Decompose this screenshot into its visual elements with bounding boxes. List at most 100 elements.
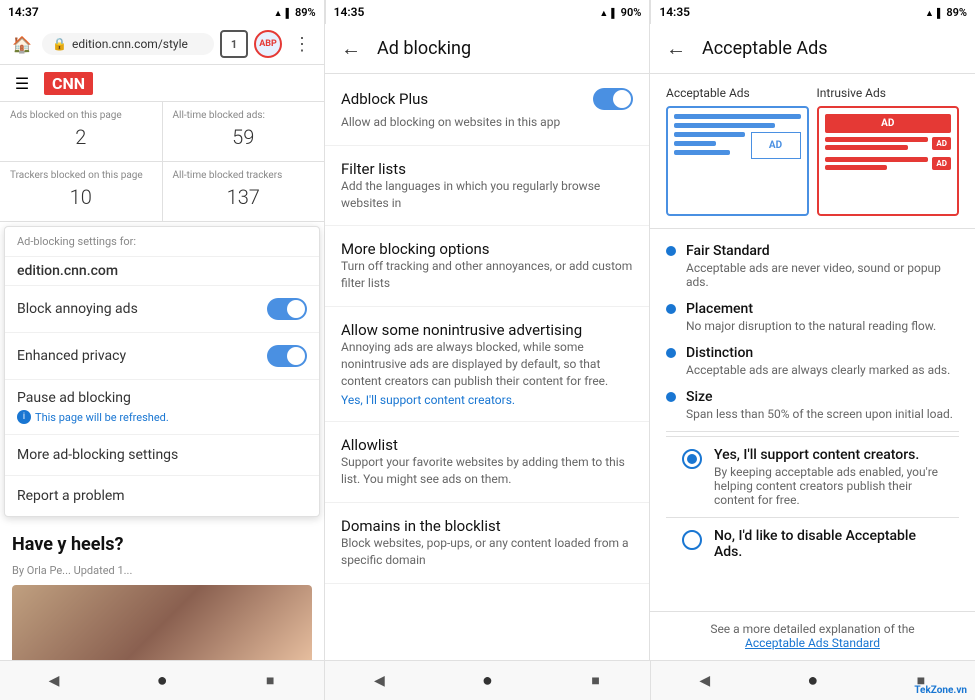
browser-content: Have y heels? By Orla Pe... Updated 1...… (0, 521, 324, 660)
menu-button[interactable]: ⋮ (288, 30, 316, 58)
wifi-icon-browser (274, 6, 283, 19)
adblock-plus-toggle[interactable] (593, 88, 633, 110)
adblock-panel-title: Ad blocking (377, 38, 471, 59)
adblock-panel-header: ← Ad blocking (325, 24, 649, 74)
allowlist-item[interactable]: Allowlist Support your favorite websites… (325, 422, 649, 503)
aa-size-desc: Span less than 50% of the screen upon in… (686, 407, 953, 421)
aa-option-yes[interactable]: Yes, I'll support content creators. By k… (666, 436, 959, 517)
cnn-header: ☰ CNN (0, 65, 324, 102)
acceptable-ads-visual-label: Acceptable Ads (666, 86, 809, 100)
allow-nonintrusive-item[interactable]: Allow some nonintrusive advertising Anno… (325, 307, 649, 422)
aa-yes-desc: By keeping acceptable ads enabled, you'r… (714, 465, 943, 507)
filter-lists-item[interactable]: Filter lists Add the languages in which … (325, 146, 649, 227)
allowlist-desc: Support your favorite websites by adding… (341, 454, 633, 488)
intrusive-small-ad-1: AD (932, 137, 951, 150)
aa-line-5 (674, 150, 730, 155)
more-blocking-item[interactable]: More blocking options Turn off tracking … (325, 226, 649, 307)
report-problem[interactable]: Report a problem (5, 476, 319, 516)
acceptable-ads-visual: Acceptable Ads AD (650, 74, 975, 229)
aa-no-title: No, I'd like to disable Acceptable Ads. (714, 528, 943, 560)
tab-switcher-button[interactable]: 1 (220, 30, 248, 58)
aa-footer-link[interactable]: Acceptable Ads Standard (745, 636, 880, 650)
aa-option-no[interactable]: No, I'd like to disable Acceptable Ads. (666, 517, 959, 570)
nav-recents-button-browser[interactable] (254, 665, 286, 697)
intrusive-line-4 (825, 165, 887, 170)
battery-browser: 89% (295, 6, 316, 19)
more-adblocking-settings[interactable]: More ad-blocking settings (5, 435, 319, 476)
aa-placement-title: Placement (686, 301, 936, 317)
url-bar[interactable]: 🔒 edition.cnn.com/style (42, 33, 214, 55)
blocklist-desc: Block websites, pop-ups, or any content … (341, 535, 633, 569)
trackers-label: Trackers blocked on this page (10, 170, 152, 181)
aa-footer-text: See a more detailed explanation of the (710, 622, 914, 636)
aa-standard-placement-text: Placement No major disruption to the nat… (686, 301, 936, 333)
aa-standard-distinction: Distinction Acceptable ads are always cl… (666, 339, 959, 383)
aa-footer: See a more detailed explanation of the A… (650, 611, 975, 660)
browser-panel: 🏠 🔒 edition.cnn.com/style 1 ABP ⋮ ☰ CNN … (0, 24, 325, 660)
adblock-plus-item[interactable]: Adblock Plus Allow ad blocking on websit… (325, 74, 649, 146)
acceptable-back-button[interactable]: ← (666, 36, 686, 61)
acceptable-panel-title: Acceptable Ads (702, 38, 828, 59)
all-time-ads-stat: All-time blocked ads: 59 (163, 102, 325, 161)
block-annoying-ads-row[interactable]: Block annoying ads (5, 286, 319, 333)
nav-back-button-acceptable[interactable] (689, 665, 721, 697)
status-bar-acceptable: 14:35 89% (650, 0, 975, 24)
abp-button[interactable]: ABP (254, 30, 282, 58)
signal-icon-browser (286, 6, 292, 19)
intrusive-line-2 (825, 145, 908, 150)
ads-blocked-value: 2 (10, 121, 152, 153)
nav-home-button-browser[interactable] (146, 665, 178, 697)
pause-adblocking-sub: i This page will be refreshed. (17, 410, 307, 424)
intrusive-line-3 (825, 157, 929, 162)
enhanced-privacy-row[interactable]: Enhanced privacy (5, 333, 319, 380)
aa-standard-placement: Placement No major disruption to the nat… (666, 295, 959, 339)
nav-back-button-adblock[interactable] (363, 665, 395, 697)
watermark: TekZone.vn (914, 685, 967, 696)
aa-yes-title: Yes, I'll support content creators. (714, 447, 943, 463)
pause-adblocking-row[interactable]: Pause ad blocking i This page will be re… (5, 380, 319, 435)
aa-option-no-text: No, I'd like to disable Acceptable Ads. (714, 528, 943, 560)
status-icons-acceptable: 89% (925, 6, 967, 19)
all-time-ads-label: All-time blocked ads: (173, 110, 315, 121)
aa-line-4 (674, 141, 716, 146)
adblock-plus-desc: Allow ad blocking on websites in this ap… (341, 114, 633, 131)
time-acceptable: 14:35 (659, 5, 690, 19)
home-button[interactable]: 🏠 (8, 30, 36, 58)
aa-badge: AD (751, 132, 801, 159)
enhanced-privacy-toggle[interactable] (267, 345, 307, 367)
nav-back-button-browser[interactable] (38, 665, 70, 697)
aa-dot-distinction (666, 348, 676, 358)
allow-nonintrusive-link[interactable]: Yes, I'll support content creators. (341, 393, 633, 407)
aa-divider (666, 431, 959, 432)
aa-standards-list: Fair Standard Acceptable ads are never v… (650, 229, 975, 611)
lock-icon: 🔒 (52, 37, 67, 51)
acceptable-ads-demo: AD (666, 106, 809, 216)
acceptable-ads-panel: ← Acceptable Ads Acceptable Ads (650, 24, 975, 660)
aa-distinction-desc: Acceptable ads are always clearly marked… (686, 363, 950, 377)
browser-toolbar: 🏠 🔒 edition.cnn.com/style 1 ABP ⋮ (0, 24, 324, 65)
nav-bar-browser (0, 661, 325, 700)
hamburger-menu-button[interactable]: ☰ (8, 69, 36, 97)
wifi-icon-adblock (599, 6, 608, 19)
nav-home-button-acceptable[interactable] (797, 665, 829, 697)
aa-standard-distinction-text: Distinction Acceptable ads are always cl… (686, 345, 950, 377)
intrusive-small-ad-2: AD (932, 157, 951, 170)
abp-popup-header: Ad-blocking settings for: (5, 227, 319, 257)
article-image (12, 585, 312, 660)
info-icon: i (17, 410, 31, 424)
blocklist-item[interactable]: Domains in the blocklist Block websites,… (325, 503, 649, 584)
battery-acceptable: 89% (946, 6, 967, 19)
aa-placement-desc: No major disruption to the natural readi… (686, 319, 936, 333)
intrusive-ads-visual-label: Intrusive Ads (817, 86, 960, 100)
block-annoying-ads-toggle[interactable] (267, 298, 307, 320)
adblock-back-button[interactable]: ← (341, 36, 361, 61)
allowlist-title: Allowlist (341, 436, 633, 454)
nav-home-button-adblock[interactable] (471, 665, 503, 697)
article-headline: Have y heels? (12, 533, 312, 556)
intrusive-line-1 (825, 137, 929, 142)
browser-stats: Ads blocked on this page 2 All-time bloc… (0, 102, 324, 162)
nav-bar-adblock (325, 661, 650, 700)
nav-recents-button-adblock[interactable] (580, 665, 612, 697)
more-blocking-title: More blocking options (341, 240, 633, 258)
abp-popup-domain: edition.cnn.com (5, 257, 319, 286)
